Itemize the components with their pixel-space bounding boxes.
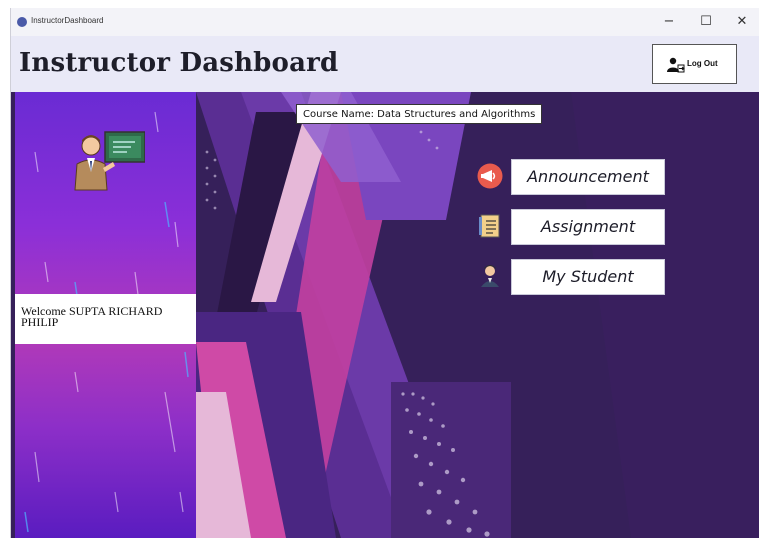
maximize-button[interactable]: ☐ — [688, 8, 724, 36]
logout-icon — [667, 57, 685, 73]
window-title: InstructorDashboard — [31, 16, 104, 25]
dashboard-header: Instructor Dashboard Log Out — [11, 36, 759, 92]
app-window: InstructorDashboard − ☐ ✕ Instructor Das… — [10, 8, 759, 538]
assignment-icon — [479, 214, 500, 238]
instructor-avatar — [74, 131, 145, 191]
main-content: Welcome SUPTA RICHARD PHILIP Course Name… — [11, 92, 759, 538]
page-title: Instructor Dashboard — [19, 48, 339, 78]
course-name-label: Course Name: Data Structures and Algorit… — [296, 104, 543, 124]
minimize-button[interactable]: − — [651, 8, 687, 36]
sidebar-panel: Welcome SUPTA RICHARD PHILIP — [15, 92, 196, 538]
announcement-button[interactable]: Announcement — [511, 159, 665, 195]
app-icon — [17, 17, 27, 27]
megaphone-icon — [477, 163, 503, 189]
student-icon — [481, 265, 499, 287]
title-bar: InstructorDashboard − ☐ ✕ — [11, 8, 759, 36]
close-button[interactable]: ✕ — [724, 8, 759, 36]
assignment-button[interactable]: Assignment — [511, 209, 665, 245]
welcome-message: Welcome SUPTA RICHARD PHILIP — [15, 294, 196, 344]
logout-button[interactable]: Log Out — [652, 44, 737, 84]
my-student-button[interactable]: My Student — [511, 259, 665, 295]
logout-label: Log Out — [687, 59, 718, 68]
